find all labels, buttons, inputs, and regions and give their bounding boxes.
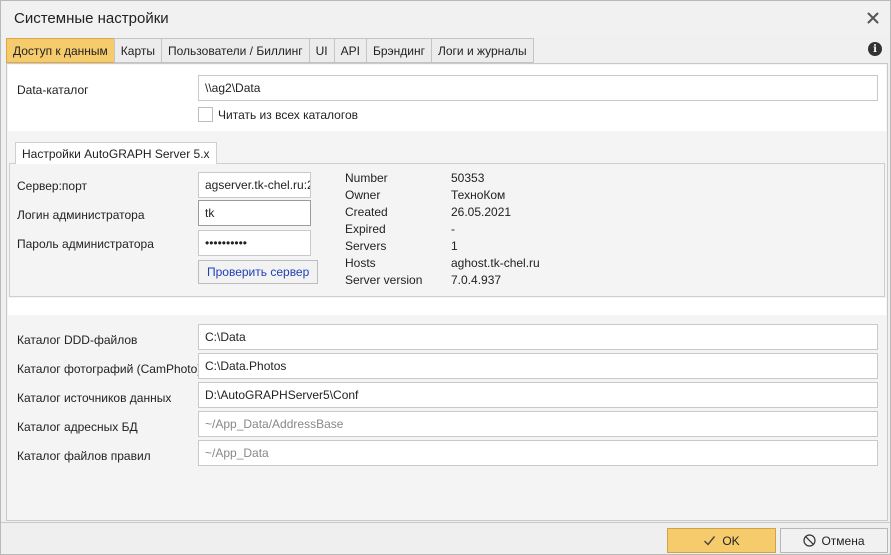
info-value-hosts: aghost.tk-chel.ru: [451, 256, 540, 270]
tab-users-billing[interactable]: Пользователи / Биллинг: [161, 38, 309, 63]
server-settings-group: [9, 163, 885, 297]
cancel-button[interactable]: Отмена: [780, 528, 888, 553]
catalog-photos-input[interactable]: C:\Data.Photos: [198, 353, 878, 379]
catalog-ddd-label: Каталог DDD-файлов: [17, 333, 138, 347]
info-key-owner: Owner: [345, 188, 381, 202]
info-key-number: Number: [345, 171, 388, 185]
tab-bar: Доступ к данным Карты Пользователи / Бил…: [6, 38, 534, 63]
title-bar: Системные настройки: [1, 1, 890, 35]
admin-password-input[interactable]: ••••••••••: [198, 230, 311, 256]
close-icon: [867, 12, 879, 24]
section-spacer: [8, 298, 886, 315]
info-key-server-version: Server version: [345, 273, 423, 287]
data-catalog-label: Data-каталог: [17, 83, 89, 97]
info-key-expired: Expired: [345, 222, 386, 236]
cancel-icon: [803, 534, 817, 547]
tab-maps[interactable]: Карты: [113, 38, 161, 63]
catalog-address-db-label: Каталог адресных БД: [17, 420, 138, 434]
tab-api[interactable]: API: [333, 38, 366, 63]
server-settings-title: Настройки AutoGRAPH Server 5.x: [15, 142, 217, 164]
catalog-ddd-input[interactable]: C:\Data: [198, 324, 878, 350]
info-value-expired: -: [451, 222, 455, 236]
catalog-sources-label: Каталог источников данных: [17, 391, 172, 405]
window-title: Системные настройки: [14, 10, 169, 27]
read-all-catalogs-label: Читать из всех каталогов: [218, 108, 359, 122]
tab-data-access[interactable]: Доступ к данным: [6, 38, 114, 63]
info-key-hosts: Hosts: [345, 256, 376, 270]
close-button[interactable]: [862, 7, 884, 29]
catalog-address-db-input[interactable]: ~/App_Data/AddressBase: [198, 411, 878, 437]
cancel-button-label: Отмена: [821, 533, 865, 548]
catalog-rules-label: Каталог файлов правил: [17, 449, 151, 463]
admin-login-label: Логин администратора: [17, 208, 145, 222]
admin-password-label: Пароль администратора: [17, 237, 154, 251]
catalog-photos-label: Каталог фотографий (CamPhoto): [17, 362, 202, 376]
checkmark-icon: [704, 536, 716, 546]
settings-window: Системные настройки Доступ к данным Карт…: [0, 0, 891, 555]
info-value-created: 26.05.2021: [451, 205, 512, 219]
dialog-footer: OK Отмена: [1, 522, 890, 554]
tab-branding[interactable]: Брэндинг: [365, 38, 431, 63]
info-value-server-version: 7.0.4.937: [451, 273, 502, 287]
data-catalog-input[interactable]: \\ag2\Data: [198, 75, 878, 101]
admin-login-input[interactable]: tk: [198, 200, 311, 226]
info-key-created: Created: [345, 205, 388, 219]
server-address-label: Сервер:порт: [17, 179, 88, 193]
server-address-input[interactable]: agserver.tk-chel.ru:2233: [198, 172, 311, 198]
info-value-servers: 1: [451, 239, 458, 253]
ok-button[interactable]: OK: [667, 528, 776, 553]
tab-ui[interactable]: UI: [308, 38, 334, 63]
catalog-sources-input[interactable]: D:\AutoGRAPHServer5\Conf: [198, 382, 878, 408]
read-all-catalogs-checkbox[interactable]: [198, 107, 213, 122]
info-value-owner: ТехноКом: [451, 188, 506, 202]
info-value-number: 50353: [451, 171, 485, 185]
tab-logs[interactable]: Логи и журналы: [430, 38, 534, 63]
info-icon[interactable]: i: [868, 42, 882, 56]
catalog-rules-input[interactable]: ~/App_Data: [198, 440, 878, 466]
data-access-panel: Data-каталог \\ag2\Data Читать из всех к…: [6, 63, 888, 521]
info-key-servers: Servers: [345, 239, 387, 253]
check-server-button[interactable]: Проверить сервер: [198, 260, 319, 284]
ok-button-label: OK: [722, 533, 740, 548]
